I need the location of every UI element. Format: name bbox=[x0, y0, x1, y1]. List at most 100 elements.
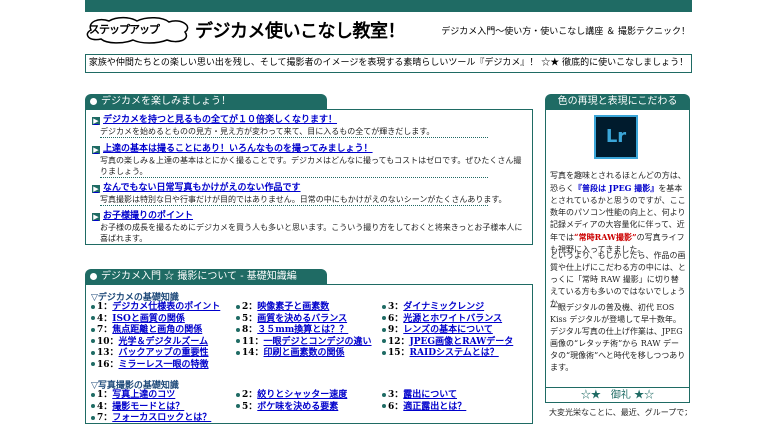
bullet-icon bbox=[382, 339, 386, 343]
link-label[interactable]: デジカメ仕様表のポイント bbox=[112, 302, 220, 312]
link-label[interactable]: 光源とホワイトバランス bbox=[403, 314, 502, 324]
link-item[interactable]: 7：焦点距離と画角の関係 bbox=[91, 325, 202, 336]
bullet-icon bbox=[382, 327, 386, 332]
link-label[interactable]: 画質を決めるバランス bbox=[257, 314, 347, 324]
bullet-icon bbox=[382, 392, 386, 397]
bullet-icon bbox=[91, 362, 95, 366]
article-description: 写真撮影は特別な日や行事だけが目的ではありません。日常の中にもかけがえのないシー… bbox=[100, 195, 507, 204]
intro-banner: 家族や仲間たちとの楽しい思い出を残し、そして撮影者のイメージを表現する素晴らしい… bbox=[85, 54, 692, 73]
link-number: 16： bbox=[97, 359, 119, 370]
bullet-icon bbox=[236, 339, 240, 343]
bullet-icon bbox=[236, 327, 240, 332]
link-number: 8： bbox=[242, 325, 258, 335]
link-item[interactable]: 10：光学＆デジタルズーム bbox=[91, 337, 208, 348]
link-label[interactable]: 露出について bbox=[403, 390, 457, 400]
section-enjoy-header: デジカメを楽しみましょう！ bbox=[85, 94, 327, 109]
link-number: 10： bbox=[97, 336, 119, 347]
link-number: 9： bbox=[388, 325, 404, 335]
link-item[interactable]: 5：画質を決めるバランス bbox=[236, 314, 347, 325]
arrow-right-icon: ▶ bbox=[92, 144, 100, 154]
link-label[interactable]: RAIDシステムとは？ bbox=[410, 348, 499, 358]
bullet-icon bbox=[236, 350, 240, 355]
link-item[interactable]: 4：撮影モードとは？ bbox=[91, 402, 184, 413]
arrow-right-icon: ▶ bbox=[92, 183, 100, 193]
link-item[interactable]: 6：光源とホワイトバランス bbox=[382, 314, 502, 325]
link-item[interactable]: 1：デジカメ仕様表のポイント bbox=[91, 302, 220, 313]
link-label[interactable]: 印刷と画素数の関係 bbox=[264, 348, 345, 358]
sidebar-paragraph: 写真を趣味とされるほとんどの方は、恐らく『普段は JPEG 撮影』を基本とされて… bbox=[550, 171, 686, 254]
link-label[interactable]: レンズの基本について bbox=[403, 325, 493, 335]
link-number: 12： bbox=[388, 336, 410, 347]
logo-text: ステップアップ bbox=[89, 23, 160, 36]
link-number: 5： bbox=[242, 401, 258, 412]
link-item[interactable]: 4：ISOと画質の関係 bbox=[91, 314, 185, 325]
top-bar bbox=[85, 0, 692, 12]
sidebar-paragraph: というより、もしかしたら、作品の画質や仕上げにこだわる方の中には、とっくに「常時… bbox=[550, 251, 686, 308]
link-item[interactable]: 2：映像素子と画素数 bbox=[236, 302, 329, 313]
section-basics: ▽デジカメの基礎知識 1：デジカメ仕様表のポイント 2：映像素子と画素数 3：ダイナ… bbox=[85, 284, 533, 424]
link-item[interactable]: 6：適正露出とは？ bbox=[382, 402, 466, 413]
sidebar-paragraph: 一眼デジタルの普及機、初代 EOS Kiss デジタルが登場して早十数年。デジタ… bbox=[550, 303, 686, 372]
article-link[interactable]: ▶ なんでもない日常写真もかけがえのない作品です bbox=[92, 183, 528, 194]
link-label[interactable]: 一眼デジとコンデジの違い bbox=[264, 337, 372, 347]
lightroom-icon[interactable]: Lr bbox=[594, 115, 638, 159]
bullet-icon bbox=[382, 316, 386, 320]
bullet-icon bbox=[236, 316, 240, 320]
link-item[interactable]: 11：一眼デジとコンデジの違い bbox=[236, 337, 372, 348]
link-label[interactable]: 適正露出とは？ bbox=[403, 402, 466, 412]
link-number: 7： bbox=[97, 325, 113, 335]
link-item[interactable]: 8：３５mm換算とは？？ bbox=[236, 325, 348, 336]
link-label[interactable]: ダイナミックレンジ bbox=[403, 302, 484, 312]
link-number: 3： bbox=[388, 302, 404, 312]
link-item[interactable]: 12：JPEG画像とRAWデータ bbox=[382, 337, 513, 348]
divider bbox=[100, 205, 488, 206]
article-link[interactable]: ▶ デジカメを持つと見るもの全てが１０倍楽しくなります！ bbox=[92, 115, 528, 126]
link-label[interactable]: バックアップの重要性 bbox=[119, 348, 209, 358]
link-number: 4： bbox=[97, 401, 113, 412]
link-number: 2： bbox=[242, 302, 258, 312]
divider bbox=[100, 137, 488, 138]
link-label[interactable]: 光学＆デジタルズーム bbox=[119, 337, 209, 347]
link-label[interactable]: 撮影モードとは？ bbox=[112, 402, 184, 412]
bullet-icon bbox=[91, 327, 95, 332]
link-number: 14： bbox=[242, 348, 264, 358]
link-label[interactable]: 写真上達のコツ bbox=[112, 390, 175, 400]
bullet-icon bbox=[91, 316, 95, 320]
link-item[interactable]: 2：絞りとシャッター速度 bbox=[236, 390, 347, 401]
link-label[interactable]: JPEG画像とRAWデータ bbox=[410, 337, 514, 347]
link-number: 3： bbox=[388, 390, 404, 400]
article-link[interactable]: ▶ お子様撮りのポイント bbox=[92, 211, 528, 222]
link-label[interactable]: 映像素子と画素数 bbox=[257, 302, 329, 312]
bullet-icon bbox=[236, 392, 240, 397]
link-label[interactable]: ISOと画質の関係 bbox=[112, 314, 185, 324]
link-item[interactable]: 1：写真上達のコツ bbox=[91, 390, 175, 401]
section-enjoy-title: デジカメを楽しみましょう！ bbox=[101, 96, 231, 107]
link-number: 4： bbox=[97, 313, 113, 324]
site-header: ステップアップ デジカメ使いこなし教室！ デジカメ入門～使い方・使いこなし講座 … bbox=[85, 14, 692, 44]
link-label[interactable]: ボケ味を決める要素 bbox=[257, 402, 338, 412]
link-number: 7： bbox=[97, 413, 113, 423]
link-label[interactable]: ３５mm換算とは？？ bbox=[257, 325, 348, 335]
link-item[interactable]: 14：印刷と画素数の関係 bbox=[236, 348, 345, 359]
divider bbox=[100, 177, 488, 178]
link-item[interactable]: 9：レンズの基本について bbox=[382, 325, 493, 336]
link-item[interactable]: 3：露出について bbox=[382, 390, 457, 401]
link-number: 1： bbox=[97, 390, 113, 400]
link-item[interactable]: 13：バックアップの重要性 bbox=[91, 348, 209, 359]
link-label[interactable]: 焦点距離と画角の関係 bbox=[112, 325, 202, 335]
link-label[interactable]: フォーカスロックとは？ bbox=[112, 413, 211, 423]
sidebar-thanks-title: ☆★ 御礼 ★☆ bbox=[545, 387, 690, 403]
link-item[interactable]: 7：フォーカスロックとは？ bbox=[91, 413, 211, 424]
bullet-icon bbox=[90, 273, 97, 280]
link-label[interactable]: 絞りとシャッター速度 bbox=[257, 390, 347, 400]
link-number: 15： bbox=[388, 348, 410, 358]
article-link[interactable]: ▶ 上達の基本は撮ることにあり！いろんなものを撮ってみましょう！ bbox=[92, 144, 528, 155]
link-number: 13： bbox=[97, 348, 119, 358]
link-label[interactable]: ミラーレス一眼の特徴 bbox=[119, 360, 209, 370]
link-item[interactable]: 15：RAIDシステムとは？ bbox=[382, 348, 499, 359]
link-item[interactable]: 3：ダイナミックレンジ bbox=[382, 302, 484, 313]
arrow-right-icon: ▶ bbox=[92, 211, 100, 221]
link-item[interactable]: 5：ボケ味を決める要素 bbox=[236, 402, 338, 413]
site-title[interactable]: デジカメ使いこなし教室！ bbox=[195, 17, 406, 43]
link-item[interactable]: 16：ミラーレス一眼の特徴 bbox=[91, 360, 209, 371]
